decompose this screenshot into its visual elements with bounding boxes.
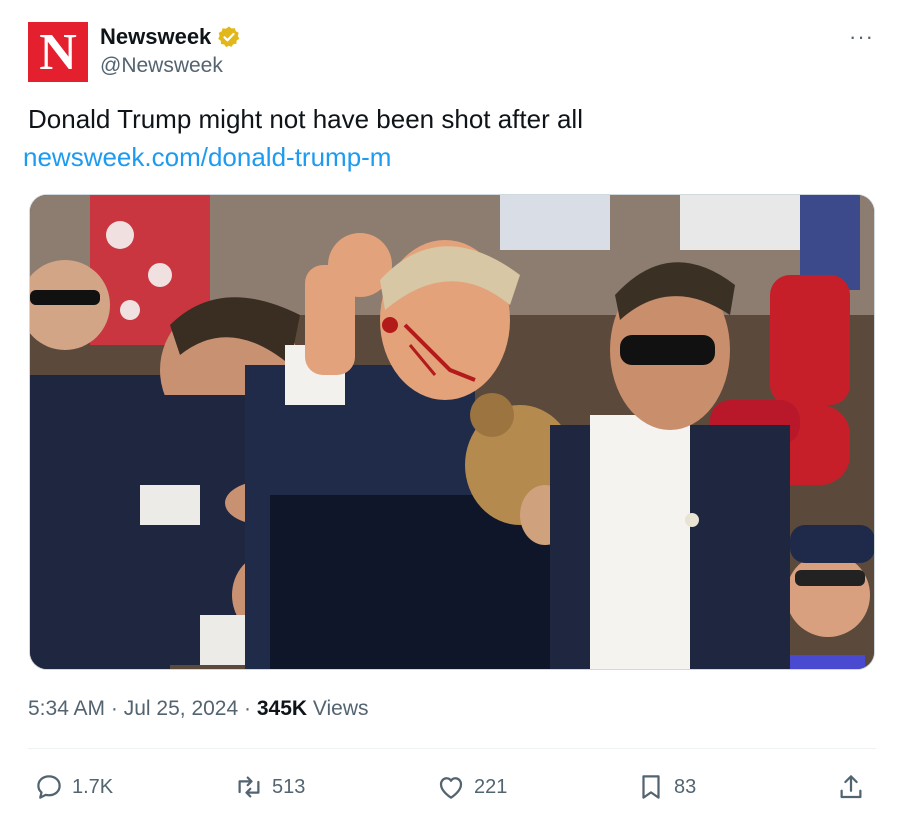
tweet-photo[interactable] bbox=[29, 194, 875, 670]
tweet-time[interactable]: 5:34 AM bbox=[28, 697, 105, 720]
heart-icon bbox=[439, 777, 463, 799]
like-count: 221 bbox=[474, 775, 508, 798]
avatar[interactable]: N bbox=[28, 22, 88, 82]
repost-icon bbox=[238, 776, 260, 798]
bookmark-icon bbox=[642, 775, 660, 799]
views-label: Views bbox=[307, 697, 369, 720]
bookmark-count: 83 bbox=[674, 775, 697, 798]
share-icon bbox=[840, 775, 862, 799]
tweet-date[interactable]: Jul 25, 2024 bbox=[124, 697, 238, 720]
reply-button[interactable]: 1.7K bbox=[34, 772, 113, 802]
verified-badge-icon bbox=[218, 26, 240, 48]
author-name-row[interactable]: Newsweek bbox=[100, 24, 241, 50]
divider bbox=[28, 748, 876, 749]
tweet-link[interactable]: newsweek.com/donald-trump-m bbox=[23, 142, 391, 173]
views-count: 345K bbox=[256, 697, 308, 720]
like-button[interactable]: 221 bbox=[436, 772, 507, 802]
author-name[interactable]: Newsweek bbox=[100, 24, 211, 50]
avatar-letter: N bbox=[39, 24, 77, 81]
action-bar: 1.7K 513 221 83 bbox=[0, 762, 900, 810]
meta-separator: · bbox=[105, 697, 124, 720]
repost-button[interactable]: 513 bbox=[234, 772, 305, 802]
repost-count: 513 bbox=[272, 775, 306, 798]
author-handle[interactable]: @Newsweek bbox=[100, 54, 223, 78]
reply-count: 1.7K bbox=[72, 775, 114, 798]
more-options-icon[interactable]: ··· bbox=[849, 24, 874, 50]
tweet-meta: 5:34 AM · Jul 25, 2024 · 345K Views bbox=[28, 697, 369, 721]
share-button[interactable] bbox=[836, 772, 874, 802]
bookmark-button[interactable]: 83 bbox=[636, 772, 696, 802]
tweet-text: Donald Trump might not have been shot af… bbox=[28, 104, 583, 134]
tweet-card[interactable]: N Newsweek @Newsweek ··· Donald Trump mi… bbox=[0, 0, 900, 820]
photo-illustration bbox=[30, 195, 874, 669]
meta-separator: · bbox=[238, 697, 257, 720]
reply-icon bbox=[37, 775, 61, 799]
